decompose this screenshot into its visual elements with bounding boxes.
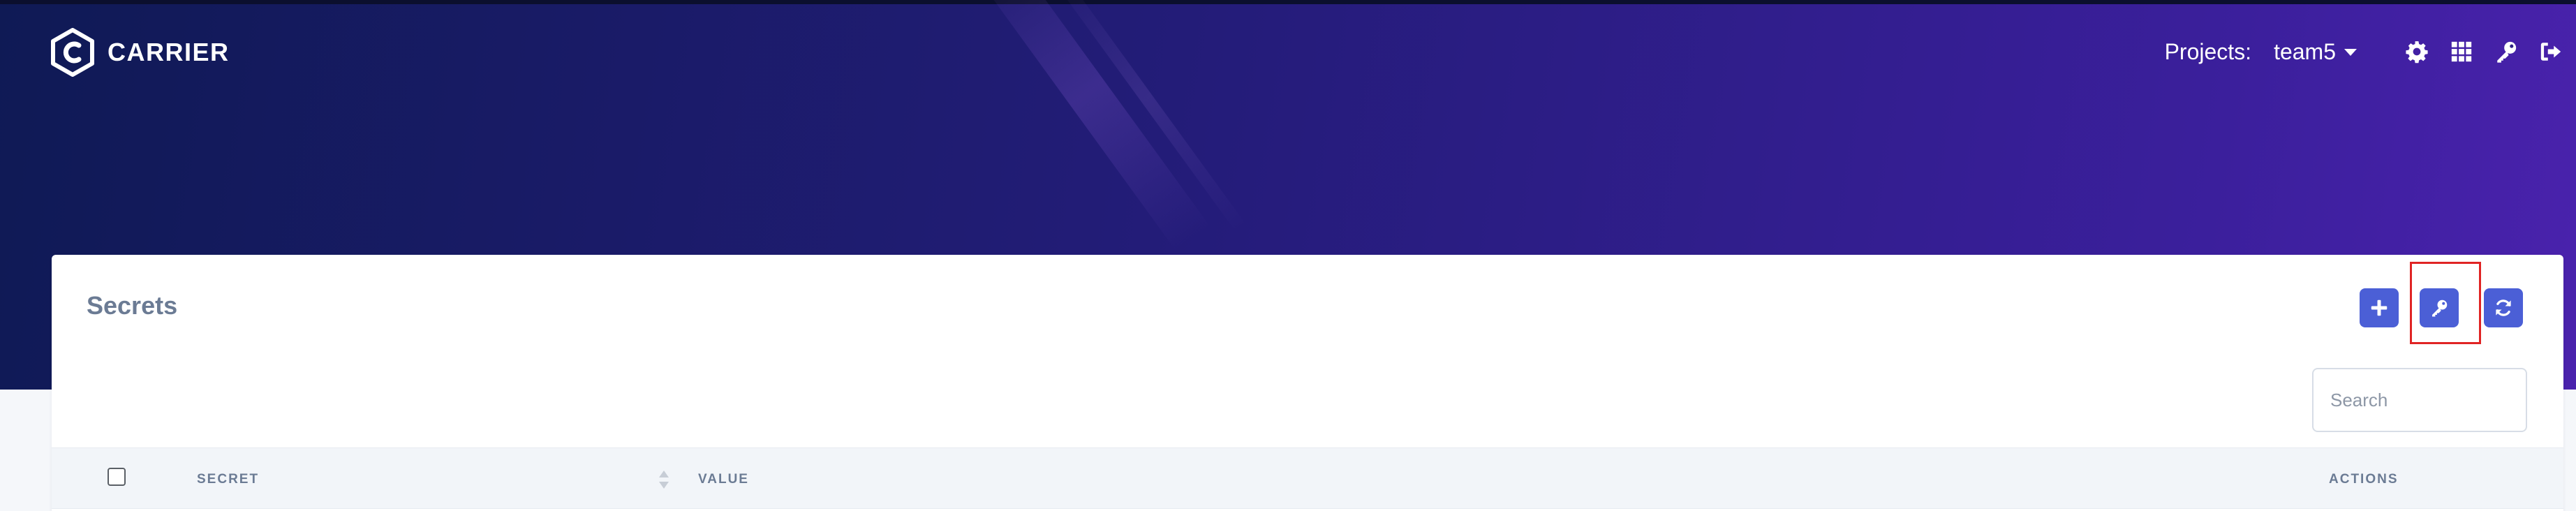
key-button[interactable]: [2420, 288, 2459, 327]
top-navigation: Projects: team5: [2165, 36, 2563, 67]
gear-icon: [2406, 41, 2428, 64]
plus-icon: [2371, 299, 2388, 316]
add-secret-button[interactable]: [2360, 288, 2399, 327]
key-icon: [2432, 299, 2448, 317]
page-title: Secrets: [87, 291, 178, 320]
projects-label: Projects:: [2164, 38, 2252, 64]
caret-down-icon: [2344, 49, 2357, 56]
settings-button[interactable]: [2404, 39, 2429, 64]
search-input[interactable]: [2312, 368, 2527, 432]
apps-button[interactable]: [2449, 39, 2474, 64]
table-header: SECRET VALUE ACTIONS: [52, 447, 2563, 509]
refresh-button[interactable]: [2484, 288, 2523, 327]
top-strip: [0, 0, 2576, 4]
secrets-card: Secrets SECRET VALUE ACTIONS: [52, 255, 2563, 511]
project-selector[interactable]: team5: [2274, 39, 2357, 65]
brand-name: CARRIER: [108, 38, 230, 66]
secrets-nav-button[interactable]: [2494, 39, 2519, 64]
column-header-value[interactable]: VALUE: [698, 472, 749, 487]
project-selector-value: team5: [2274, 38, 2336, 64]
brand[interactable]: CARRIER: [50, 28, 230, 77]
logout-button[interactable]: [2538, 39, 2563, 64]
sort-icon[interactable]: [658, 469, 670, 490]
select-all-checkbox[interactable]: [108, 468, 126, 486]
grid-icon: [2451, 41, 2472, 62]
sign-out-icon: [2540, 43, 2561, 61]
column-header-secret[interactable]: SECRET: [197, 472, 259, 487]
key-icon: [2497, 41, 2517, 63]
column-header-actions: ACTIONS: [2329, 472, 2399, 487]
carrier-logo-icon: [51, 28, 94, 77]
refresh-icon: [2496, 299, 2511, 316]
